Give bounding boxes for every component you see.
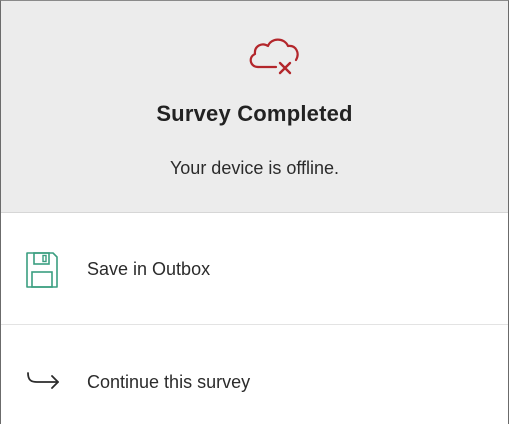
save-in-outbox-label: Save in Outbox <box>87 259 211 279</box>
dialog-message: Your device is offline. <box>169 158 340 178</box>
dialog-header: Survey Completed Your device is offline. <box>1 1 508 213</box>
dialog-title: Survey Completed <box>156 101 353 126</box>
survey-completed-dialog: Survey Completed Your device is offline.… <box>0 0 509 438</box>
save-in-outbox-option[interactable]: Save in Outbox <box>1 213 508 325</box>
continue-survey-label: Continue this survey <box>87 372 251 392</box>
continue-survey-option[interactable]: Continue this survey <box>1 326 508 438</box>
cloud-offline-icon <box>244 31 302 81</box>
save-floppy-icon <box>25 251 59 289</box>
continue-arrow-icon <box>25 370 61 392</box>
